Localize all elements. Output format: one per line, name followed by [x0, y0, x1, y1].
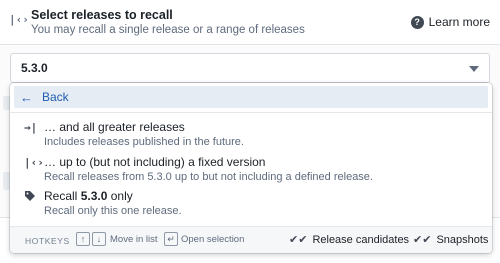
- back-label: Back: [42, 90, 69, 104]
- double-check-icon: ✔✔: [289, 234, 308, 246]
- caret-down-icon: [469, 66, 479, 72]
- recall-options-menu: ← Back →| … and all greater releases Inc…: [10, 83, 492, 253]
- open-selection-label: Open selection: [181, 234, 245, 245]
- code-bracket-icon: |‹›: [9, 13, 29, 26]
- code-bracket-icon: |‹›: [24, 156, 44, 169]
- option-all-greater[interactable]: →| … and all greater releases Includes r…: [24, 120, 484, 152]
- learn-more-button[interactable]: ? Learn more: [410, 13, 490, 31]
- option-description: Recall only this one release.: [44, 205, 182, 217]
- section-title: Select releases to recall: [31, 8, 173, 22]
- double-check-icon: ✔✔: [413, 234, 432, 246]
- option-description: Recall releases from 5.3.0 up to but not…: [44, 171, 373, 183]
- option-title: Recall 5.3.0 only: [44, 189, 133, 203]
- release-candidates-toggle[interactable]: ✔✔ Release candidates: [289, 233, 410, 247]
- option-title: … and all greater releases: [44, 120, 185, 134]
- release-select[interactable]: 5.3.0: [10, 53, 490, 83]
- back-menu-item[interactable]: ← Back: [14, 86, 488, 108]
- snapshots-toggle[interactable]: ✔✔ Snapshots: [413, 233, 489, 247]
- tag-icon: [24, 190, 38, 204]
- option-up-to-version[interactable]: |‹› … up to (but not including) a fixed …: [24, 155, 484, 187]
- arrow-left-icon: ←: [20, 89, 33, 105]
- section-header: |‹› Select releases to recall You may re…: [0, 0, 500, 45]
- release-candidates-label: Release candidates: [312, 233, 410, 246]
- learn-more-label: Learn more: [428, 15, 490, 29]
- enter-key-icon: ↵: [164, 232, 178, 246]
- menu-divider: [10, 112, 492, 113]
- hotkeys-label: HOTKEYS: [25, 236, 70, 246]
- arrow-right-to-icon: →|: [24, 121, 38, 134]
- snapshots-label: Snapshots: [436, 233, 489, 246]
- option-recall-only[interactable]: Recall 5.3.0 only Recall only this one r…: [24, 189, 484, 221]
- option-title: … up to (but not including) a fixed vers…: [44, 155, 266, 169]
- help-icon: ?: [410, 15, 424, 29]
- arrow-up-key-icon: ↑: [76, 232, 90, 246]
- arrow-down-key-icon: ↓: [92, 232, 106, 246]
- section-subtitle: You may recall a single release or a ran…: [31, 24, 305, 36]
- move-in-list-label: Move in list: [110, 234, 158, 245]
- menu-footer: HOTKEYS ↑ ↓ Move in list ↵ Open selectio…: [10, 226, 492, 253]
- selected-release: 5.3.0: [21, 61, 48, 75]
- option-description: Includes releases published in the futur…: [44, 136, 244, 148]
